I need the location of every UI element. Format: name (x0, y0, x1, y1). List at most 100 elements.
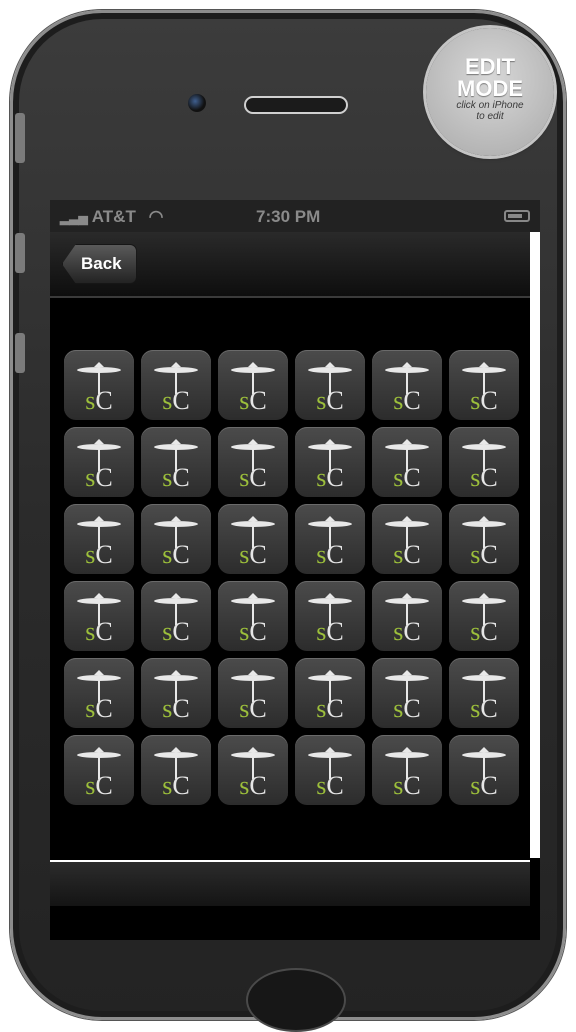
sticker-line-2: MODE (457, 76, 523, 101)
logo-letter-s: s (162, 540, 173, 569)
logo-letter-c: C (480, 617, 498, 646)
logo-letter-c: C (95, 540, 113, 569)
battery-icon (504, 210, 530, 222)
back-button[interactable]: Back (62, 244, 137, 284)
sc-app-icon[interactable]: sC (449, 427, 519, 497)
logo-letter-s: s (162, 694, 173, 723)
home-button[interactable] (246, 968, 346, 1032)
logo-letter-s: s (239, 540, 250, 569)
sc-logo-text: sC (218, 619, 288, 645)
bottom-toolbar (50, 860, 530, 906)
sc-logo-text: sC (141, 773, 211, 799)
sc-logo-text: sC (372, 696, 442, 722)
volume-down-button (15, 333, 25, 373)
volume-up-button (15, 233, 25, 273)
logo-letter-c: C (249, 771, 267, 800)
status-bar: ▂▃▅ AT&T ◠ 7:30 PM (50, 200, 540, 232)
sc-logo-text: sC (64, 465, 134, 491)
sc-app-icon[interactable]: sC (218, 581, 288, 651)
sc-logo-text: sC (295, 388, 365, 414)
logo-letter-c: C (172, 617, 190, 646)
sc-app-icon[interactable]: sC (295, 658, 365, 728)
sc-logo-text: sC (141, 619, 211, 645)
signal-icon: ▂▃▅ (60, 211, 88, 225)
front-camera-icon (188, 94, 206, 112)
logo-letter-s: s (85, 694, 96, 723)
sc-app-icon[interactable]: sC (295, 427, 365, 497)
logo-letter-s: s (393, 771, 404, 800)
sc-logo-text: sC (141, 388, 211, 414)
sc-logo-text: sC (218, 773, 288, 799)
sc-app-icon[interactable]: sC (295, 735, 365, 805)
sc-app-icon[interactable]: sC (372, 735, 442, 805)
logo-letter-s: s (470, 463, 481, 492)
sc-logo-text: sC (64, 542, 134, 568)
sc-app-icon[interactable]: sC (295, 350, 365, 420)
status-time: 7:30 PM (256, 207, 321, 226)
sc-app-icon[interactable]: sC (64, 735, 134, 805)
sc-app-icon[interactable]: sC (64, 427, 134, 497)
sc-logo-text: sC (64, 696, 134, 722)
logo-letter-c: C (480, 463, 498, 492)
sc-app-icon[interactable]: sC (372, 350, 442, 420)
sc-logo-text: sC (449, 465, 519, 491)
navigation-bar: Back (50, 232, 540, 298)
logo-letter-c: C (326, 463, 344, 492)
sc-logo-text: sC (295, 696, 365, 722)
sc-app-icon[interactable]: sC (218, 658, 288, 728)
sc-app-icon[interactable]: sC (295, 504, 365, 574)
sc-app-icon[interactable]: sC (141, 504, 211, 574)
sc-app-icon[interactable]: sC (218, 504, 288, 574)
sc-app-icon[interactable]: sC (449, 350, 519, 420)
sc-app-icon[interactable]: sC (64, 350, 134, 420)
logo-letter-c: C (326, 386, 344, 415)
sc-logo-text: sC (141, 542, 211, 568)
sc-app-icon[interactable]: sC (141, 658, 211, 728)
sc-app-icon[interactable]: sC (295, 581, 365, 651)
logo-letter-c: C (172, 463, 190, 492)
sc-app-icon[interactable]: sC (141, 350, 211, 420)
sc-app-icon[interactable]: sC (372, 504, 442, 574)
logo-letter-s: s (393, 617, 404, 646)
sc-app-icon[interactable]: sC (141, 427, 211, 497)
sc-logo-text: sC (295, 619, 365, 645)
sc-logo-text: sC (64, 619, 134, 645)
sc-app-icon[interactable]: sC (372, 427, 442, 497)
sc-app-icon[interactable]: sC (64, 658, 134, 728)
scrollbar[interactable] (530, 232, 540, 858)
logo-letter-c: C (326, 540, 344, 569)
sc-app-icon[interactable]: sC (449, 735, 519, 805)
logo-letter-c: C (480, 771, 498, 800)
sc-app-icon[interactable]: sC (141, 735, 211, 805)
sticker-note-2: to edit (476, 111, 504, 122)
logo-letter-s: s (316, 386, 327, 415)
phone-screen: ▂▃▅ AT&T ◠ 7:30 PM Back sC sC sC sC sC sC sC sC… (50, 200, 540, 940)
logo-letter-c: C (403, 540, 421, 569)
sc-app-icon[interactable]: sC (372, 658, 442, 728)
logo-letter-s: s (85, 463, 96, 492)
logo-letter-s: s (162, 617, 173, 646)
logo-letter-c: C (95, 617, 113, 646)
sc-app-icon[interactable]: sC (449, 504, 519, 574)
sc-app-icon[interactable]: sC (64, 504, 134, 574)
logo-letter-c: C (95, 694, 113, 723)
sc-logo-text: sC (218, 465, 288, 491)
sc-app-icon[interactable]: sC (218, 350, 288, 420)
sc-logo-text: sC (64, 773, 134, 799)
sc-app-icon[interactable]: sC (372, 581, 442, 651)
logo-letter-c: C (480, 694, 498, 723)
logo-letter-c: C (403, 463, 421, 492)
logo-letter-c: C (403, 694, 421, 723)
sc-app-icon[interactable]: sC (141, 581, 211, 651)
sc-app-icon[interactable]: sC (218, 427, 288, 497)
logo-letter-c: C (326, 771, 344, 800)
logo-letter-s: s (162, 386, 173, 415)
sc-app-icon[interactable]: sC (218, 735, 288, 805)
sc-app-icon[interactable]: sC (449, 658, 519, 728)
edit-mode-sticker[interactable]: EDIT MODE click on iPhone to edit (426, 28, 554, 156)
sc-app-icon[interactable]: sC (64, 581, 134, 651)
sc-app-icon[interactable]: sC (449, 581, 519, 651)
logo-letter-s: s (316, 694, 327, 723)
sc-logo-text: sC (295, 465, 365, 491)
wifi-icon: ◠ (148, 207, 164, 226)
